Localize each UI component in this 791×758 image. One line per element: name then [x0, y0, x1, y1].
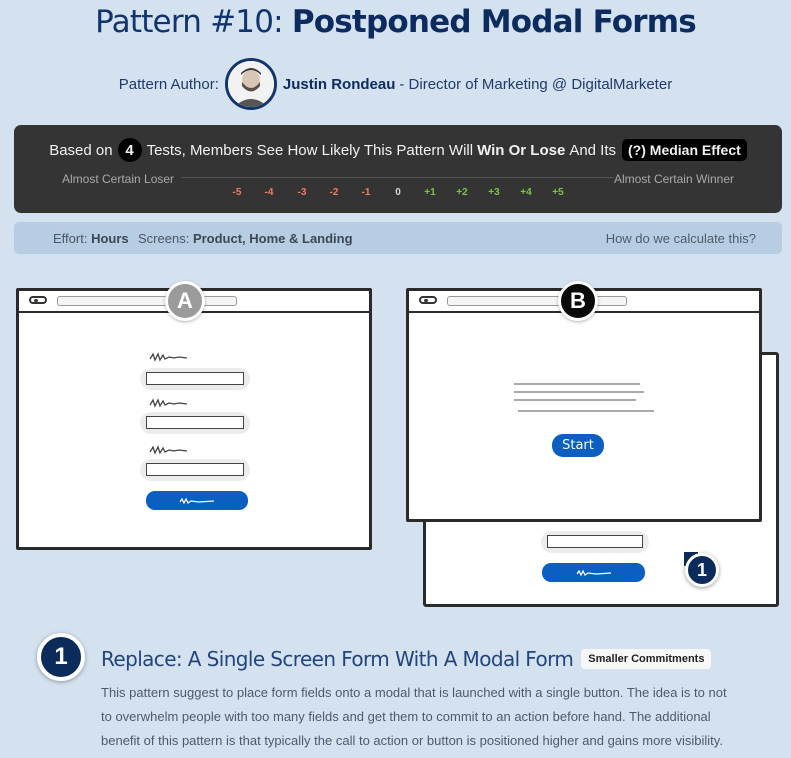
screens-info: Screens: Product, Home & Landing [138, 231, 353, 246]
tick-label: -3 [297, 187, 307, 198]
submit-button-sketch [146, 491, 248, 510]
smaller-commitments-tag[interactable]: Smaller Commitments [581, 649, 712, 669]
modal-step-marker: 1 [685, 553, 719, 587]
button-scribble [576, 569, 611, 576]
tick-label: +2 [456, 187, 468, 198]
tick-label: +1 [424, 187, 436, 198]
effort-info: Effort: Hours [53, 231, 129, 246]
button-scribble [179, 497, 215, 504]
info-bar: Effort: Hours Screens: Product, Home & L… [14, 222, 782, 254]
score-text-middle: Tests, Members See How Likely This Patte… [146, 141, 474, 159]
loser-label: Almost Certain Loser [62, 172, 175, 186]
label-scribble [149, 445, 188, 455]
effort-label: Effort: [53, 231, 88, 246]
start-button: Start [552, 434, 604, 457]
browser-dots-icon [29, 296, 47, 304]
variant-b-badge: B [558, 281, 598, 321]
form-field [541, 531, 649, 553]
browser-dots-icon [419, 296, 437, 304]
section-step-badge: 1 [37, 633, 85, 681]
author-label: Pattern Author: [118, 75, 219, 93]
score-text-before: Based on [49, 141, 113, 159]
screens-value: Product, Home & Landing [192, 231, 353, 246]
section-heading: Replace: A Single Screen Form With A Mod… [101, 647, 574, 671]
calc-link[interactable]: How do we calculate this? [606, 231, 756, 246]
label-scribble [149, 352, 188, 362]
screens-label: Screens: [138, 231, 190, 246]
title-name: Postponed Modal Forms [291, 4, 697, 40]
effort-value: Hours [91, 231, 129, 246]
field-box [146, 372, 244, 385]
field-box [547, 535, 643, 548]
text-lines-sketch [514, 383, 654, 412]
tick-label: -1 [361, 187, 371, 198]
field-box [146, 463, 244, 476]
score-panel: Based on 4 Tests, Members See How Likely… [14, 125, 782, 213]
tick-label: 0 [395, 187, 401, 198]
page-title: Pattern #10: Postponed Modal Forms [0, 4, 791, 40]
url-bar [57, 296, 237, 306]
form-field [140, 368, 250, 390]
tick-label: +5 [552, 187, 564, 198]
score-sentence: Based on 4 Tests, Members See How Likely… [14, 138, 782, 162]
section-title: Replace: A Single Screen Form With A Mod… [101, 647, 712, 671]
author-row: Pattern Author: Justin Rondeau - Directo… [0, 58, 791, 110]
author-name[interactable]: Justin Rondeau [283, 76, 396, 93]
url-bar [447, 296, 627, 306]
scale-ticks: -5 -4 -3 -2 -1 0 +1 +2 +3 +4 +5 [14, 187, 782, 201]
title-prefix: Pattern #10: [95, 4, 283, 40]
tick-label: -5 [232, 187, 242, 198]
variant-b-sketch: Start [406, 288, 762, 522]
label-scribble [149, 398, 188, 408]
section-description: This pattern suggest to place form field… [101, 685, 727, 748]
scale-line [182, 177, 614, 178]
avatar [224, 58, 277, 110]
winner-label: Almost Certain Winner [613, 172, 734, 186]
variant-a-badge: A [165, 281, 205, 321]
field-box [146, 416, 244, 429]
variant-a-sketch [16, 288, 372, 550]
tests-count-badge: 4 [117, 138, 142, 162]
tick-label: -4 [264, 187, 274, 198]
author-role: - Director of Marketing @ DigitalMarkete… [399, 75, 673, 93]
form-field [140, 412, 250, 434]
tick-label: +4 [520, 187, 532, 198]
submit-button-sketch [542, 563, 645, 582]
score-text-bold: Win Or Lose [477, 141, 566, 159]
author-photo [227, 61, 274, 107]
form-field [140, 459, 250, 481]
score-text-after: And Its [569, 141, 617, 159]
tick-label: +3 [488, 187, 500, 198]
median-effect-badge[interactable]: (?) Median Effect [622, 139, 747, 161]
tick-label: -2 [329, 187, 339, 198]
